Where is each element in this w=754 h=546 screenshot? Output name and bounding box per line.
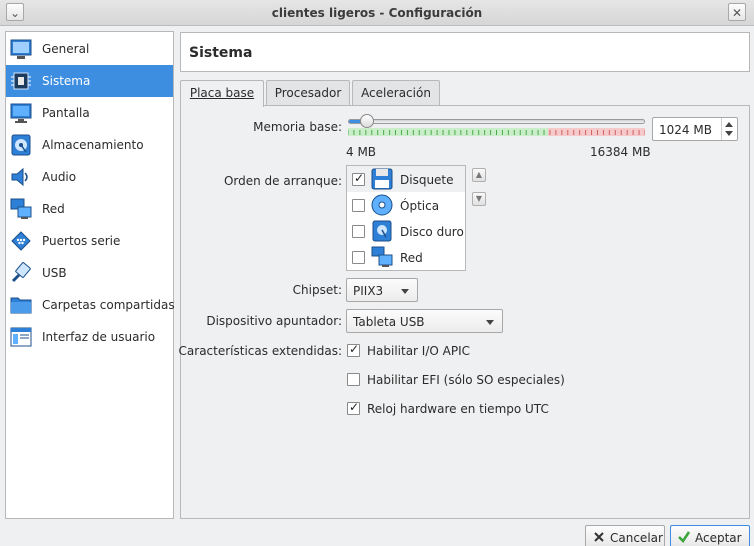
- io-apic-checkbox[interactable]: [347, 342, 360, 357]
- sidebar-item-label: USB: [42, 266, 67, 280]
- chevron-down-icon: [401, 289, 409, 294]
- sidebar-item-audio[interactable]: Audio: [6, 161, 173, 193]
- sidebar-item-label: Carpetas compartidas: [42, 298, 175, 312]
- memory-slider[interactable]: [348, 119, 645, 124]
- tab-aceleracion[interactable]: Aceleración: [352, 80, 440, 106]
- boot-item-label: Óptica: [400, 199, 440, 213]
- boot-item-disquete[interactable]: Disquete: [347, 166, 465, 192]
- tab-label: Aceleración: [361, 86, 431, 100]
- section-header: Sistema: [180, 32, 750, 72]
- usb-icon: [11, 262, 31, 283]
- boot-item-disco-duro[interactable]: Disco duro: [347, 218, 465, 244]
- window-title: clientes ligeros - Configuración: [271, 6, 483, 20]
- serial-port-icon: [11, 231, 31, 251]
- sidebar-item-label: Sistema: [42, 74, 91, 88]
- system-chip-icon: [11, 72, 31, 90]
- boot-checkbox[interactable]: [352, 225, 365, 238]
- sidebar-item-interfaz-de-usuario[interactable]: Interfaz de usuario: [6, 321, 173, 353]
- pointing-device-select[interactable]: Tableta USB: [346, 309, 503, 333]
- boot-checkbox[interactable]: [352, 251, 365, 264]
- sidebar-item-label: Puertos serie: [42, 234, 121, 248]
- optical-disc-icon: [371, 194, 393, 216]
- efi-checkbox[interactable]: [347, 373, 360, 386]
- accept-label: Aceptar: [695, 531, 742, 545]
- network-icon: [371, 246, 393, 267]
- cancel-icon: [594, 532, 604, 542]
- efi-label: Habilitar EFI (sólo SO especiales): [367, 373, 565, 387]
- sidebar-item-label: Audio: [42, 170, 77, 184]
- tab-procesador[interactable]: Procesador: [266, 80, 350, 106]
- boot-order-list: Disquete Óptica Disco duro Red: [346, 165, 466, 271]
- memory-slider-handle[interactable]: [360, 114, 374, 128]
- sidebar-item-pantalla[interactable]: Pantalla: [6, 97, 173, 129]
- sidebar-item-puertos-serie[interactable]: Puertos serie: [6, 225, 173, 257]
- memory-value: 1024 MB: [659, 123, 712, 137]
- boot-item-optica[interactable]: Óptica: [347, 192, 465, 218]
- close-icon[interactable]: ✕: [728, 3, 746, 21]
- tab-label: Procesador: [274, 86, 342, 100]
- memory-spinbox[interactable]: 1024 MB: [652, 117, 738, 141]
- sidebar-item-red[interactable]: Red: [6, 193, 173, 225]
- move-up-button[interactable]: ▲: [472, 168, 486, 182]
- sidebar-item-label: Almacenamiento: [42, 138, 144, 152]
- memory-min-label: 4 MB: [346, 145, 377, 159]
- pointing-device-label: Dispositivo apuntador:: [206, 314, 342, 328]
- extended-features-label: Características extendidas:: [178, 344, 342, 358]
- boot-checkbox[interactable]: [352, 171, 365, 186]
- chipset-value: PIIX3: [353, 284, 384, 298]
- floppy-icon: [371, 168, 393, 190]
- sidebar-item-sistema[interactable]: Sistema: [6, 65, 173, 97]
- checkmark-icon: [678, 531, 691, 543]
- sidebar-item-label: Red: [42, 202, 65, 216]
- chipset-label: Chipset:: [292, 283, 342, 297]
- utc-clock-checkbox[interactable]: [347, 400, 360, 415]
- user-interface-icon: [10, 327, 32, 347]
- utc-clock-label: Reloj hardware en tiempo UTC: [367, 402, 549, 416]
- memory-label: Memoria base:: [253, 120, 342, 134]
- sidebar-item-carpetas-compartidas[interactable]: Carpetas compartidas: [6, 289, 175, 321]
- spin-up-icon[interactable]: [725, 122, 733, 127]
- boot-item-label: Disco duro: [400, 225, 464, 239]
- boot-item-label: Disquete: [400, 173, 454, 187]
- chevron-down-icon: [486, 320, 494, 325]
- page-title: Sistema: [189, 45, 253, 61]
- boot-checkbox[interactable]: [352, 199, 365, 212]
- cancel-label: Cancelar: [610, 531, 663, 545]
- title-bar: ⌄ clientes ligeros - Configuración ✕: [0, 0, 754, 26]
- hard-disk-icon: [372, 220, 392, 242]
- tab-label: Placa base: [189, 86, 255, 100]
- memory-scale: [348, 128, 645, 136]
- memory-max-label: 16384 MB: [590, 145, 651, 159]
- chipset-select[interactable]: PIIX3: [346, 278, 418, 302]
- boot-item-red[interactable]: Red: [347, 244, 465, 270]
- boot-item-label: Red: [400, 251, 423, 265]
- general-icon: [10, 39, 32, 59]
- sidebar-item-usb[interactable]: USB: [6, 257, 173, 289]
- shared-folder-icon: [10, 297, 32, 314]
- sidebar-item-general[interactable]: General: [6, 33, 173, 65]
- spin-arrows[interactable]: [721, 118, 737, 140]
- move-down-button[interactable]: ▼: [472, 192, 486, 206]
- display-icon: [10, 103, 32, 123]
- accept-button[interactable]: Aceptar: [670, 525, 750, 546]
- storage-disk-icon: [11, 134, 31, 156]
- settings-sidebar: General Sistema Pantalla Almacenamiento …: [5, 31, 175, 519]
- spin-down-icon[interactable]: [725, 131, 733, 136]
- cancel-button[interactable]: Cancelar: [585, 525, 665, 546]
- sidebar-item-label: General: [42, 42, 90, 56]
- speaker-icon: [11, 167, 28, 187]
- network-icon: [10, 198, 32, 219]
- io-apic-label: Habilitar I/O APIC: [367, 344, 471, 358]
- tab-placa-base[interactable]: Placa base: [180, 80, 264, 107]
- sidebar-item-label: Pantalla: [42, 106, 90, 120]
- boot-order-label: Orden de arranque:: [223, 174, 342, 188]
- pointing-device-value: Tableta USB: [353, 315, 425, 329]
- sidebar-item-almacenamiento[interactable]: Almacenamiento: [6, 129, 173, 161]
- sidebar-item-label: Interfaz de usuario: [42, 330, 156, 344]
